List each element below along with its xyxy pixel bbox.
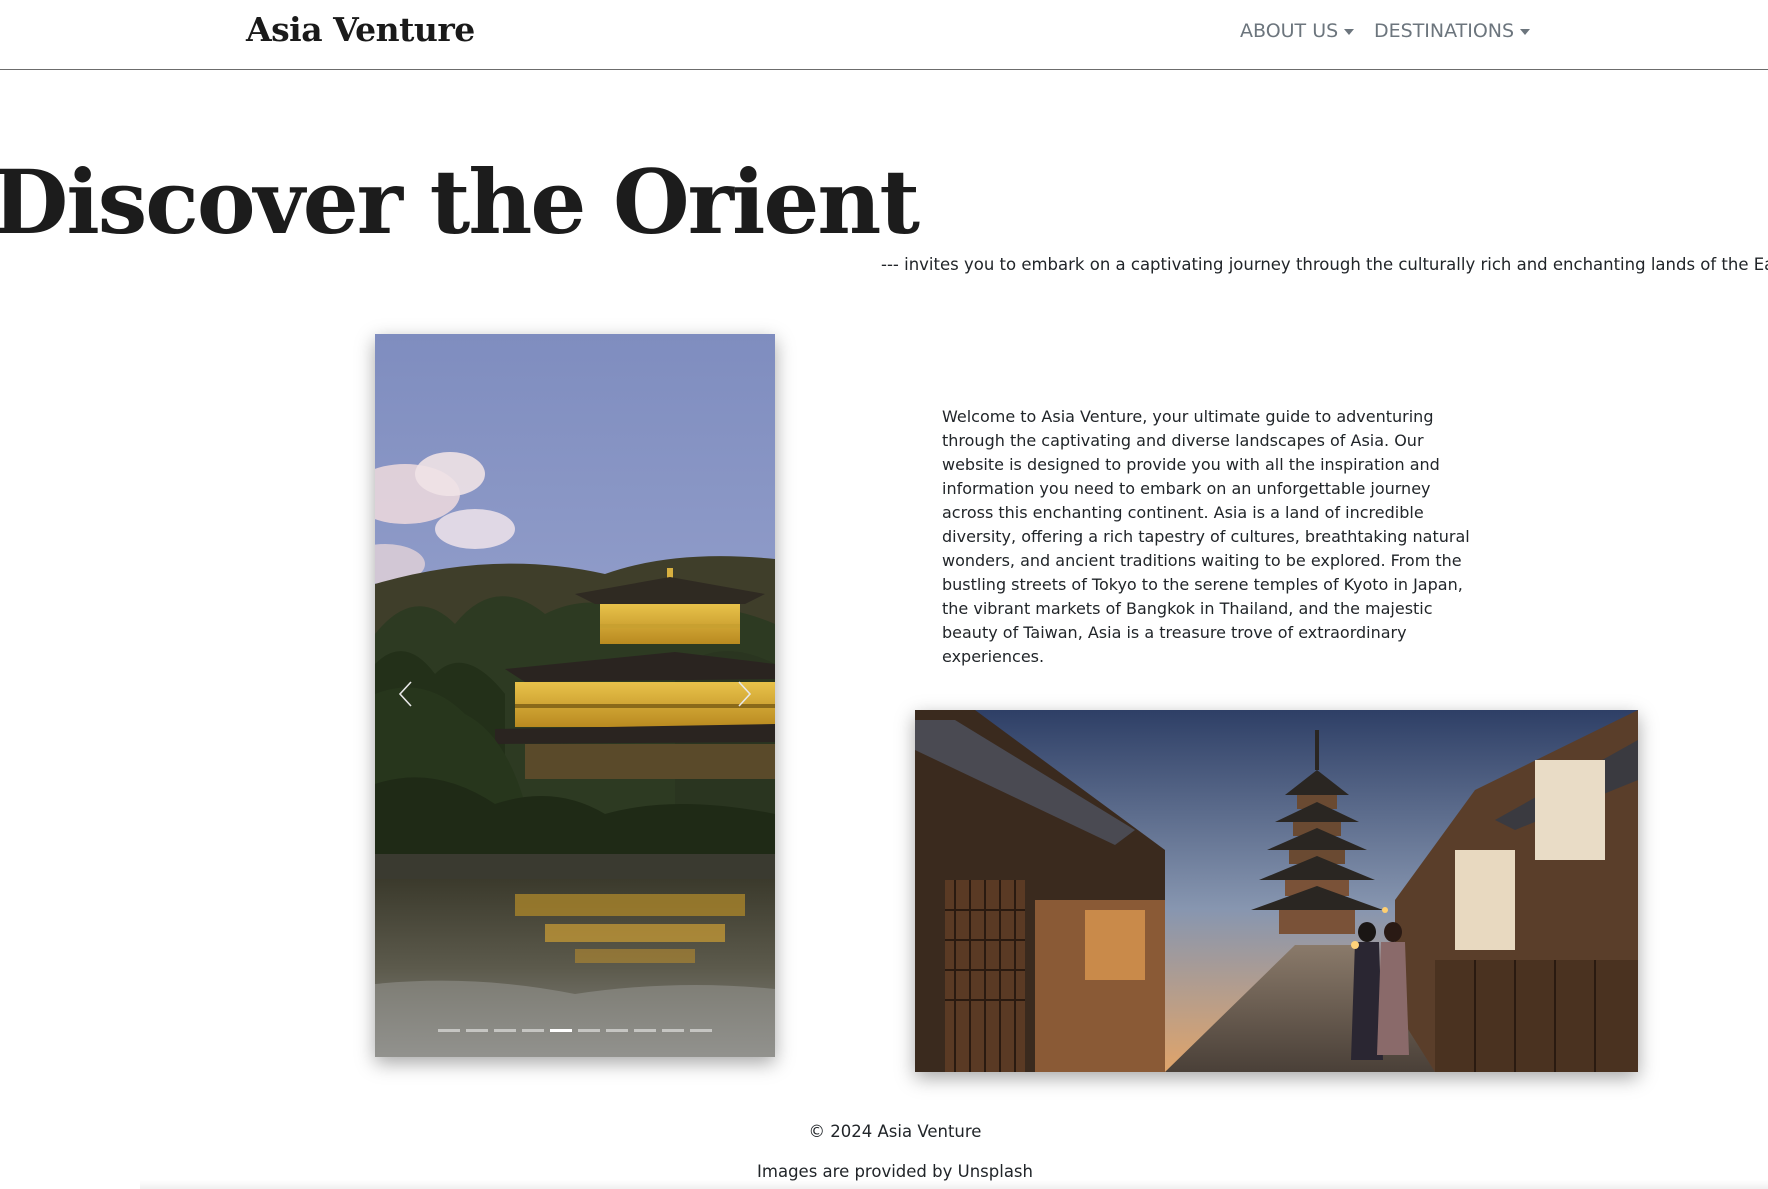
chevron-right-icon	[738, 681, 752, 707]
footer-copyright: © 2024 Asia Venture	[808, 1122, 982, 1141]
carousel-indicator[interactable]	[494, 1029, 516, 1032]
carousel-indicator[interactable]	[438, 1029, 460, 1032]
carousel-indicator-active[interactable]	[550, 1029, 572, 1032]
carousel-indicator[interactable]	[522, 1029, 544, 1032]
golden-pavilion-image	[375, 334, 775, 1057]
brand-logo[interactable]: Asia Venture	[246, 10, 475, 49]
nav-about-us-dropdown[interactable]: ABOUT US	[1240, 20, 1355, 42]
kyoto-street-image	[915, 710, 1638, 1072]
nav-destinations-dropdown[interactable]: DESTINATIONS	[1374, 20, 1531, 42]
carousel-indicator[interactable]	[662, 1029, 684, 1032]
carousel-indicators	[375, 1029, 775, 1032]
caret-down-icon	[1344, 29, 1355, 35]
intro-description: Welcome to Asia Venture, your ultimate g…	[942, 407, 1470, 666]
chevron-left-icon	[398, 681, 412, 707]
kyoto-street-photo	[915, 710, 1638, 1072]
page-title: Discover the Orient	[0, 150, 920, 254]
nav-destinations-label: DESTINATIONS	[1374, 20, 1515, 42]
carousel-indicator[interactable]	[578, 1029, 600, 1032]
carousel-indicator[interactable]	[466, 1029, 488, 1032]
hero-subtitle: --- invites you to embark on a captivati…	[881, 255, 1768, 274]
carousel-indicator[interactable]	[606, 1029, 628, 1032]
carousel-prev-button[interactable]	[385, 674, 425, 714]
footer-image-credit: Images are provided by Unsplash	[757, 1162, 1033, 1181]
carousel-indicator[interactable]	[690, 1029, 712, 1032]
carousel-indicator[interactable]	[634, 1029, 656, 1032]
navbar: Asia Venture ABOUT US DESTINATIONS	[0, 0, 1768, 70]
carousel-next-button[interactable]	[725, 674, 765, 714]
caret-down-icon	[1520, 29, 1531, 35]
image-carousel[interactable]	[375, 334, 775, 1057]
nav-about-us-label: ABOUT US	[1240, 20, 1339, 42]
footer-divider	[140, 1180, 1768, 1189]
